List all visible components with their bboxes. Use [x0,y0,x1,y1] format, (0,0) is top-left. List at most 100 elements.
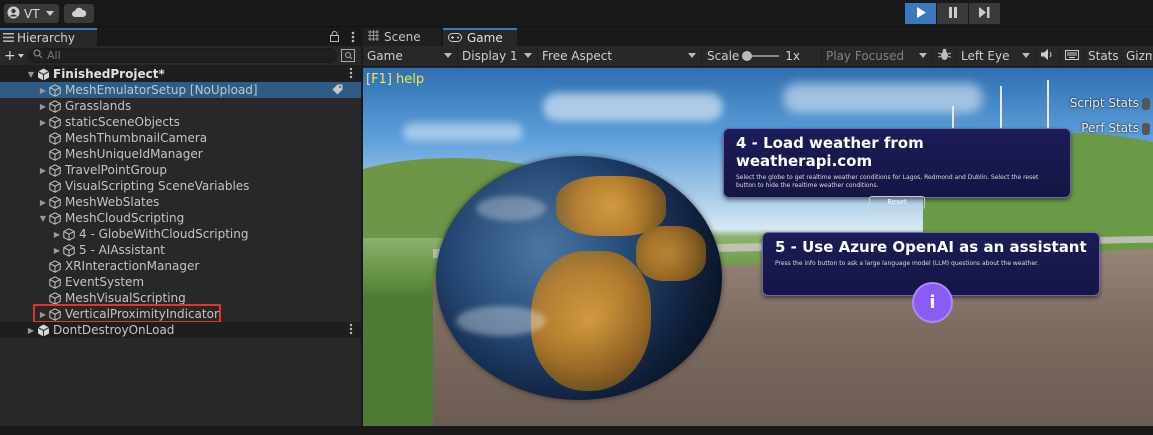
weather-card-body: Select the globe to get realtime weather… [736,174,1039,189]
play-button[interactable] [905,3,936,24]
hierarchy-row[interactable]: ▶ MeshEmulatorSetup [NoUpload] [0,82,361,98]
search-options-icon[interactable] [341,48,357,63]
hierarchy-row-label: Grasslands [65,99,132,113]
info-button[interactable]: i [912,282,953,323]
hierarchy-row[interactable]: ▶ TravelPointGroup [0,162,361,178]
hierarchy-scene-row[interactable]: ▶ DontDestroyOnLoad [0,322,361,338]
bug-button[interactable] [933,46,957,66]
hierarchy-row-label: VerticalProximityIndicator [65,307,219,321]
panel-menu-icon[interactable] [351,31,355,46]
display-dropdown[interactable]: Display 1 [458,46,538,66]
hierarchy-row-label: DontDestroyOnLoad [53,323,175,337]
pause-button[interactable] [937,3,968,24]
hierarchy-row-label: MeshUniqueIdManager [65,147,203,161]
expand-down-icon[interactable]: ▼ [26,70,36,79]
expand-right-icon[interactable]: ▶ [52,230,62,239]
script-stats-toggle[interactable]: Script Stats [1070,96,1150,110]
display-label: Display 1 [462,49,518,63]
hierarchy-row-label: XRInteractionManager [65,259,200,273]
chevron-down-icon [919,53,927,58]
expand-right-icon[interactable]: ▶ [38,310,48,319]
gizmos-label: Gizmos [1126,49,1152,63]
hierarchy-row[interactable]: ▼ MeshCloudScripting [0,210,361,226]
lock-icon[interactable] [330,31,339,45]
perf-stats-toggle[interactable]: Perf Stats [1081,121,1150,135]
stats-label: Stats [1088,49,1119,63]
tab-hierarchy[interactable]: Hierarchy [0,28,97,46]
gameobject-cube-icon [48,291,62,305]
gameobject-cube-icon [48,211,62,225]
tab-game[interactable]: Game [443,28,517,46]
gizmos-dropdown[interactable]: Gizmos [1122,46,1152,66]
hierarchy-row[interactable]: ▶ MeshWebSlates [0,194,361,210]
step-button[interactable] [969,3,1000,24]
account-icon [7,6,20,22]
hierarchy-row[interactable]: MeshUniqueIdManager [0,146,361,162]
game-mode-label: Game [367,49,403,63]
expand-right-icon[interactable]: ▶ [26,326,36,335]
play-focused-dropdown[interactable]: Play Focused [822,46,933,66]
chevron-down-icon [688,53,696,58]
hierarchy-row-label: MeshWebSlates [65,195,160,209]
expand-right-icon[interactable]: ▶ [38,86,48,95]
expand-right-icon[interactable]: ▶ [38,198,48,207]
script-stats-label: Script Stats [1069,96,1139,110]
gameobject-cube-icon [48,99,62,113]
assistant-card-title: 5 - Use Azure OpenAI as an assistant [775,238,1087,256]
search-input[interactable]: All [28,48,337,63]
hierarchy-row[interactable]: ▶ 5 - AIAssistant [0,242,361,258]
hierarchy-row[interactable]: MeshVisualScripting [0,290,361,306]
cloud-button[interactable] [64,4,94,23]
hierarchy-row-label: staticSceneObjects [65,115,180,129]
hierarchy-row-label: 5 - AIAssistant [79,243,166,257]
hierarchy-row[interactable]: EventSystem [0,274,361,290]
hierarchy-panel: Hierarchy + All ▼ FinishedProject* ▶ MeshEm… [0,28,361,426]
eye-dropdown[interactable]: Left Eye [957,46,1036,66]
stats-button[interactable]: Stats [1084,46,1122,66]
keyboard-button[interactable] [1060,46,1084,66]
gameobject-cube-icon [48,147,62,161]
hierarchy-row[interactable]: XRInteractionManager [0,258,361,274]
hierarchy-row-label: 4 - GlobeWithCloudScripting [79,227,249,241]
play-icon [916,6,926,21]
hierarchy-row[interactable]: VisualScripting SceneVariables [0,178,361,194]
expand-right-icon[interactable]: ▶ [38,166,48,175]
gameobject-cube-icon [62,227,76,241]
row-menu-icon[interactable] [349,67,353,82]
tab-scene[interactable]: Scene [363,28,441,46]
perf-stats-label: Perf Stats [1081,121,1139,135]
hierarchy-row[interactable]: ▶ 4 - GlobeWithCloudScripting [0,226,361,242]
add-object-button[interactable]: + [4,48,24,64]
step-icon [979,6,990,21]
scale-label: Scale [707,49,740,63]
tab-scene-label: Scene [384,30,421,44]
globe[interactable] [436,156,722,400]
hierarchy-row[interactable]: MeshThumbnailCamera [0,130,361,146]
game-mode-dropdown[interactable]: Game [363,46,458,66]
pause-icon [948,6,958,21]
game-viewport[interactable]: [F1] help Script Stats Perf Stats 4 - Lo… [363,68,1153,426]
reset-button[interactable]: Reset [869,196,925,209]
account-dropdown[interactable]: VT [4,4,59,23]
gamepad-icon [448,31,462,45]
cloud-decoration [543,93,723,121]
expand-right-icon[interactable]: ▶ [38,118,48,127]
hierarchy-row[interactable]: ▶ VerticalProximityIndicator [0,304,361,323]
aspect-label: Free Aspect [542,49,613,63]
scale-slider-thumb[interactable] [742,51,753,61]
expand-right-icon[interactable]: ▶ [52,246,62,255]
hierarchy-row-label: MeshVisualScripting [65,291,186,305]
tag-icon [332,84,343,98]
scale-slider[interactable] [742,51,780,61]
expand-right-icon[interactable]: ▶ [38,102,48,111]
aspect-dropdown[interactable]: Free Aspect [538,46,702,66]
mute-audio-button[interactable] [1036,46,1060,66]
toggle-indicator [1142,97,1150,110]
wind-turbine [1047,80,1049,135]
hierarchy-row-label: VisualScripting SceneVariables [65,179,250,193]
hierarchy-scene-row[interactable]: ▼ FinishedProject* [0,66,361,82]
expand-down-icon[interactable]: ▼ [38,214,48,223]
hierarchy-row[interactable]: ▶ staticSceneObjects [0,114,361,130]
row-menu-icon[interactable] [349,323,353,338]
hierarchy-row[interactable]: ▶ Grasslands [0,98,361,114]
